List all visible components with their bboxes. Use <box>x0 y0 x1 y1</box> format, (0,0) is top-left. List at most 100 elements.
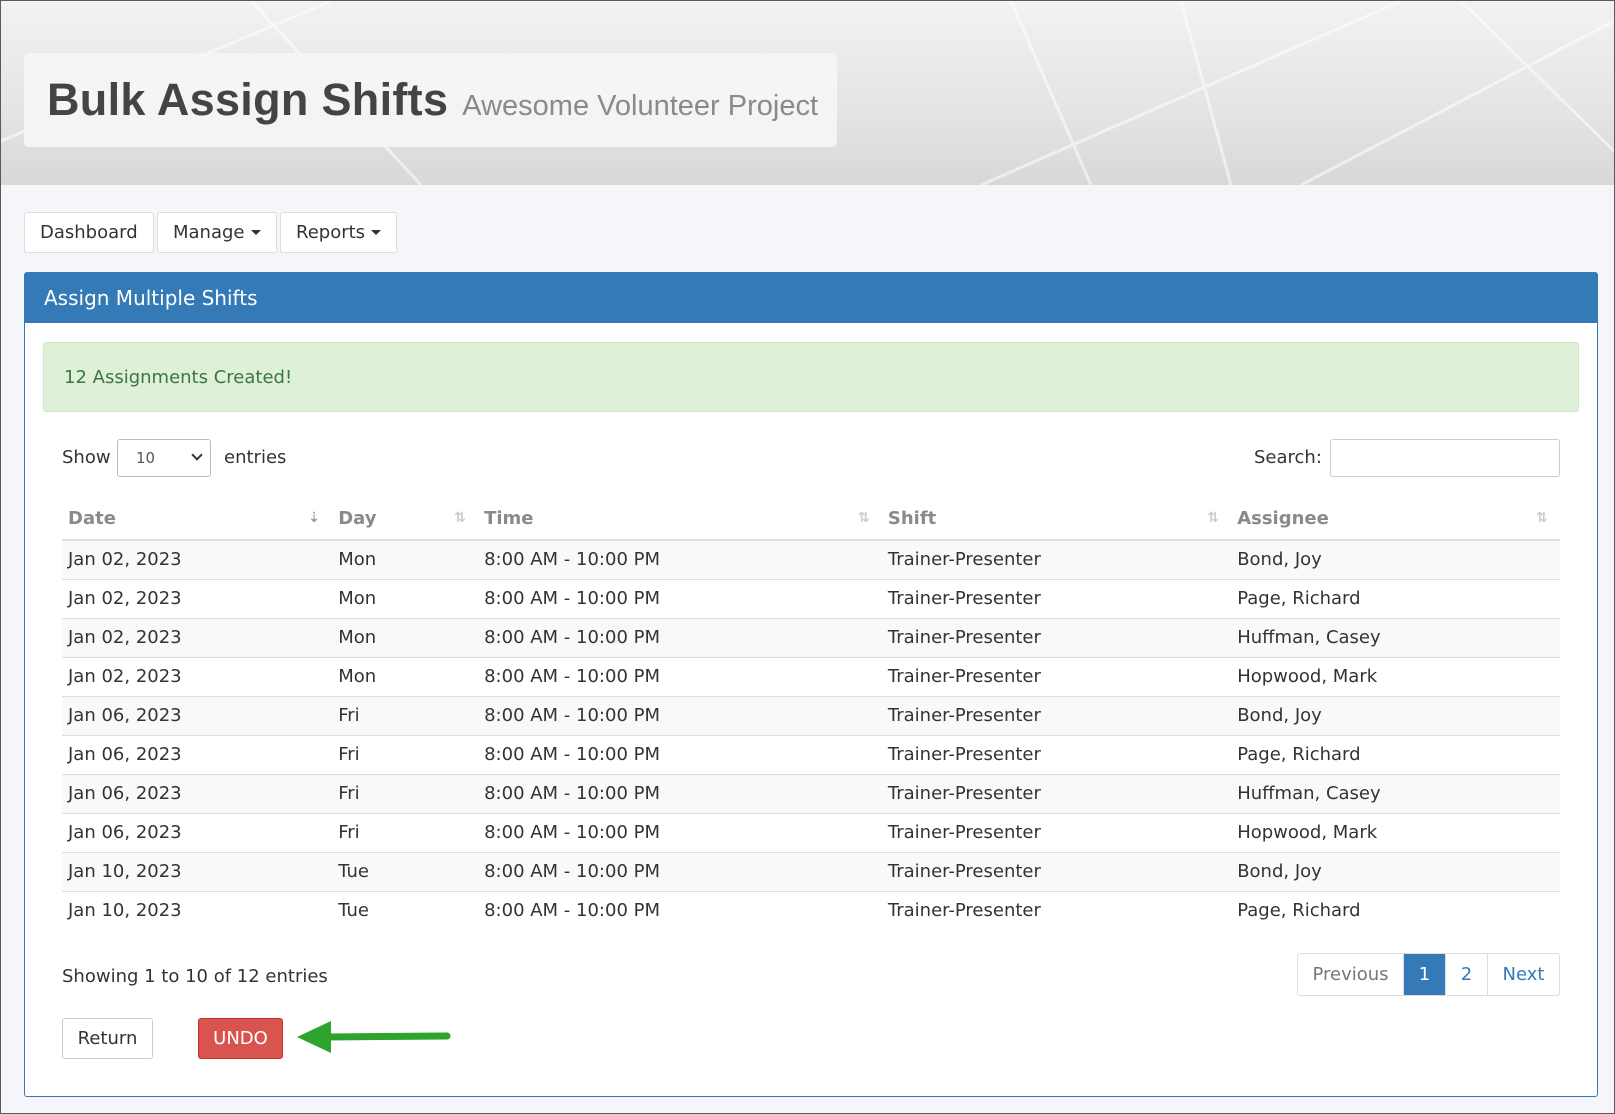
cell-assignee: Page, Richard <box>1231 578 1560 618</box>
cell-date: Jan 02, 2023 <box>62 617 333 657</box>
cell-time: 8:00 AM - 10:00 PM <box>478 890 882 930</box>
table-row: Jan 02, 2023 Mon 8:00 AM - 10:00 PM Trainer… <box>62 617 1560 657</box>
cell-day: Mon <box>332 578 479 618</box>
column-header-day[interactable]: Day ⇅ <box>332 498 479 541</box>
sort-icon: ⇅ <box>454 510 466 526</box>
cell-day: Fri <box>332 773 479 813</box>
cell-assignee: Bond, Joy <box>1231 539 1560 579</box>
cell-date: Jan 06, 2023 <box>62 812 333 852</box>
table-info: Showing 1 to 10 of 12 entries <box>62 966 328 987</box>
success-alert: 12 Assignments Created! <box>43 342 1579 412</box>
table-row: Jan 06, 2023 Fri 8:00 AM - 10:00 PM Trainer… <box>62 734 1560 774</box>
entries-label: entries <box>224 447 287 468</box>
column-header-time[interactable]: Time ⇅ <box>478 498 882 541</box>
table-row: Jan 02, 2023 Mon 8:00 AM - 10:00 PM Trainer… <box>62 578 1560 618</box>
table-row: Jan 02, 2023 Mon 8:00 AM - 10:00 PM Trainer… <box>62 539 1560 579</box>
panel-heading: Assign Multiple Shifts <box>25 273 1597 323</box>
cell-time: 8:00 AM - 10:00 PM <box>478 695 882 735</box>
cell-day: Fri <box>332 812 479 852</box>
cell-shift: Trainer-Presenter <box>881 578 1232 618</box>
cell-date: Jan 10, 2023 <box>62 890 333 930</box>
cell-shift: Trainer-Presenter <box>881 773 1232 813</box>
entries-select[interactable]: 10 <box>117 439 211 477</box>
cell-date: Jan 02, 2023 <box>62 539 333 579</box>
pagination-previous[interactable]: Previous <box>1298 954 1404 995</box>
cell-date: Jan 06, 2023 <box>62 773 333 813</box>
cell-date: Jan 10, 2023 <box>62 851 333 891</box>
search-input[interactable] <box>1330 439 1560 477</box>
caret-down-icon <box>371 230 382 235</box>
cell-time: 8:00 AM - 10:00 PM <box>478 656 882 696</box>
table-row: Jan 10, 2023 Tue 8:00 AM - 10:00 PM Trainer… <box>62 890 1560 930</box>
nav-manage-dropdown[interactable]: Manage <box>157 212 277 253</box>
cell-date: Jan 02, 2023 <box>62 578 333 618</box>
cell-assignee: Bond, Joy <box>1231 695 1560 735</box>
cell-date: Jan 06, 2023 <box>62 695 333 735</box>
pagination-page-2[interactable]: 2 <box>1446 954 1488 995</box>
nav-reports-label: Reports <box>296 222 366 243</box>
column-header-shift[interactable]: Shift ⇅ <box>881 498 1232 541</box>
cell-time: 8:00 AM - 10:00 PM <box>478 578 882 618</box>
table-row: Jan 06, 2023 Fri 8:00 AM - 10:00 PM Trainer… <box>62 812 1560 852</box>
cell-day: Fri <box>332 695 479 735</box>
cell-shift: Trainer-Presenter <box>881 539 1232 579</box>
search-label: Search: <box>1254 447 1322 468</box>
cell-assignee: Huffman, Casey <box>1231 617 1560 657</box>
project-name: Awesome Volunteer Project <box>462 89 818 122</box>
cell-date: Jan 02, 2023 <box>62 656 333 696</box>
column-header-assignee[interactable]: Assignee ⇅ <box>1231 498 1560 541</box>
entries-select-value: 10 <box>136 449 156 467</box>
column-header-date[interactable]: Date ⇣ <box>62 498 333 541</box>
cell-date: Jan 06, 2023 <box>62 734 333 774</box>
cell-assignee: Hopwood, Mark <box>1231 656 1560 696</box>
cell-time: 8:00 AM - 10:00 PM <box>478 812 882 852</box>
page-title-box: Bulk Assign Shifts Awesome Volunteer Pro… <box>24 53 837 147</box>
cell-day: Mon <box>332 617 479 657</box>
cell-day: Mon <box>332 539 479 579</box>
nav-dashboard-button[interactable]: Dashboard <box>24 212 154 253</box>
caret-down-icon <box>250 230 261 235</box>
cell-shift: Trainer-Presenter <box>881 656 1232 696</box>
sort-icon: ⇅ <box>1207 510 1219 526</box>
cell-shift: Trainer-Presenter <box>881 734 1232 774</box>
cell-assignee: Huffman, Casey <box>1231 773 1560 813</box>
cell-assignee: Page, Richard <box>1231 734 1560 774</box>
cell-assignee: Hopwood, Mark <box>1231 812 1560 852</box>
pagination-page-1[interactable]: 1 <box>1404 954 1446 995</box>
assignments-table: Date ⇣ Day ⇅ Time ⇅ Shift ⇅ Assignee ⇅ Jan 02… <box>62 498 1560 930</box>
cell-shift: Trainer-Presenter <box>881 812 1232 852</box>
pagination-next[interactable]: Next <box>1488 954 1559 995</box>
cell-assignee: Page, Richard <box>1231 890 1560 930</box>
assign-panel: Assign Multiple Shifts 12 Assignments Cr… <box>24 272 1598 1097</box>
annotation-arrow-icon <box>297 1021 451 1053</box>
table-row: Jan 06, 2023 Fri 8:00 AM - 10:00 PM Trainer… <box>62 773 1560 813</box>
page-title: Bulk Assign Shifts <box>47 74 449 125</box>
sort-icon: ⇅ <box>857 510 870 526</box>
cell-day: Fri <box>332 734 479 774</box>
cell-time: 8:00 AM - 10:00 PM <box>478 851 882 891</box>
return-button[interactable]: Return <box>62 1018 153 1059</box>
cell-day: Tue <box>332 851 479 891</box>
show-label: Show <box>62 447 111 468</box>
cell-time: 8:00 AM - 10:00 PM <box>478 773 882 813</box>
undo-button[interactable]: UNDO <box>198 1018 283 1059</box>
cell-time: 8:00 AM - 10:00 PM <box>478 734 882 774</box>
table-row: Jan 02, 2023 Mon 8:00 AM - 10:00 PM Trainer… <box>62 656 1560 696</box>
cell-shift: Trainer-Presenter <box>881 890 1232 930</box>
cell-shift: Trainer-Presenter <box>881 695 1232 735</box>
table-row: Jan 10, 2023 Tue 8:00 AM - 10:00 PM Trainer… <box>62 851 1560 891</box>
table-row: Jan 06, 2023 Fri 8:00 AM - 10:00 PM Trainer… <box>62 695 1560 735</box>
pagination: Previous 1 2 Next <box>1297 953 1560 996</box>
cell-day: Tue <box>332 890 479 930</box>
nav-manage-label: Manage <box>173 222 245 243</box>
cell-assignee: Bond, Joy <box>1231 851 1560 891</box>
chevron-down-icon <box>191 449 203 461</box>
nav-reports-dropdown[interactable]: Reports <box>280 212 398 253</box>
sort-ascending-icon: ⇣ <box>308 510 320 526</box>
cell-time: 8:00 AM - 10:00 PM <box>478 617 882 657</box>
cell-time: 8:00 AM - 10:00 PM <box>478 539 882 579</box>
cell-day: Mon <box>332 656 479 696</box>
nav-dashboard-label: Dashboard <box>40 222 138 243</box>
sort-icon: ⇅ <box>1536 510 1548 526</box>
header-banner: Bulk Assign Shifts Awesome Volunteer Pro… <box>1 1 1614 185</box>
